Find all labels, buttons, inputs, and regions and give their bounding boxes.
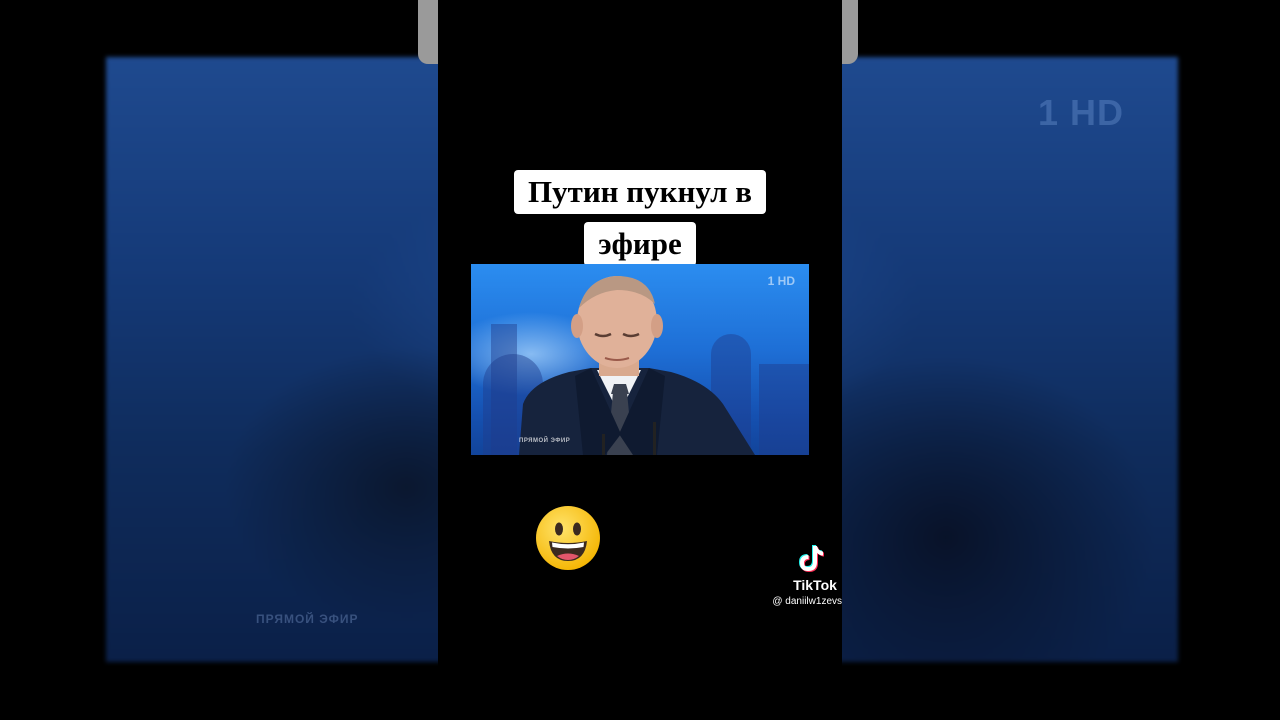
caption-line-2-wrap: эфире (438, 222, 842, 266)
background-channel-logo: 1 HD (1038, 92, 1125, 133)
background-live-label: ПРЯМОЙ ЭФИР (256, 612, 359, 626)
video-channel-logo: 1 HD (767, 274, 795, 288)
tiktok-username: @ daniilw1zevs (772, 596, 842, 607)
caption-line-1-wrap: Путин пукнул в (438, 170, 842, 214)
video-frame[interactable]: Путин пукнул в эфире 1 HD ПРЯМОЙ ЭФИР Ti… (438, 0, 842, 720)
tiktok-logo-icon (799, 545, 824, 572)
caption-line-1: Путин пукнул в (513, 170, 766, 214)
caption-line-2: эфире (584, 222, 696, 266)
grinning-face-emoji-icon (536, 506, 600, 570)
video-live-label: ПРЯМОЙ ЭФИР (519, 438, 571, 444)
inner-video: 1 HD ПРЯМОЙ ЭФИР (471, 264, 809, 455)
tiktok-brand-label: TikTok (793, 577, 837, 593)
speaker-figure (519, 276, 755, 455)
